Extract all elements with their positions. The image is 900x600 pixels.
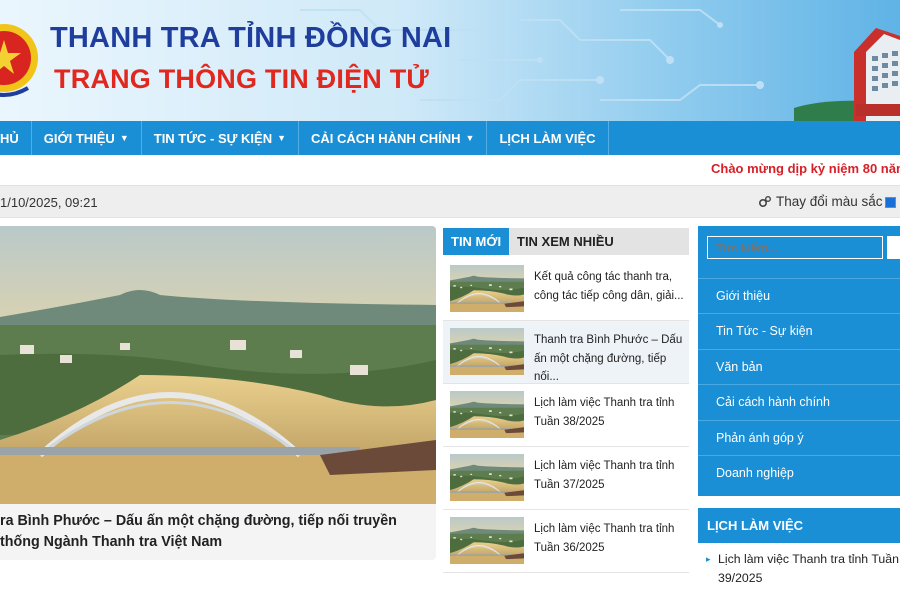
nav-item-cai-cach[interactable]: CẢI CÁCH HÀNH CHÍNH ▼ (299, 121, 488, 155)
news-title[interactable]: Kết quả công tác thanh tra, công tác tiế… (534, 268, 684, 305)
building-illustration (794, 28, 900, 121)
marquee-text: Chào mừng dịp kỷ niệm 80 năm C (711, 161, 900, 176)
color-swatch-blue[interactable] (885, 197, 896, 208)
list-item[interactable]: Thanh tra Bình Phước – Dấu ấn một chặng … (443, 321, 689, 384)
list-item[interactable]: Kết quả công tác thanh tra, công tác tiế… (443, 258, 689, 321)
nav-label: GIỚI THIỆU (43, 130, 115, 146)
list-item[interactable]: Lịch làm việc Thanh tra tỉnh Tuần 37/202… (443, 447, 689, 510)
caret-down-icon: ▼ (277, 133, 287, 143)
nav-item-lich-lam-viec[interactable]: LỊCH LÀM VIỆC (487, 121, 609, 155)
current-datetime: 1/10/2025, 09:21 (0, 195, 98, 210)
sidebar-item-van-ban[interactable]: Văn bản (698, 349, 900, 384)
schedule-item[interactable]: ▸ Lịch làm việc Thanh tra tỉnh Tuần 39/2… (698, 550, 900, 588)
search-input[interactable] (707, 236, 883, 259)
circuit-pattern (300, 9, 764, 101)
emblem-logo (0, 24, 38, 97)
featured-title[interactable]: ra Bình Phước – Dấu ấn một chặng đường, … (0, 511, 432, 553)
sidebar-item-cai-cach[interactable]: Cải cách hành chính (698, 384, 900, 419)
color-label-text: Thay đổi màu sắc (776, 194, 883, 209)
caret-down-icon: ▼ (465, 133, 475, 143)
search-button[interactable] (887, 236, 900, 259)
date-bar: 1/10/2025, 09:21 Thay đổi màu sắc (0, 185, 900, 218)
nav-label: LỊCH LÀM VIỆC (499, 130, 596, 146)
bullet-icon: ▸ (706, 554, 711, 564)
nav-label: HỦ (0, 130, 19, 146)
schedule-heading: LỊCH LÀM VIỆC (698, 508, 900, 543)
news-title[interactable]: Lịch làm việc Thanh tra tỉnh Tuần 38/202… (534, 394, 684, 431)
page: THANH TRA TỈNH ĐỒNG NAI TRANG THÔNG TIN … (0, 0, 900, 600)
featured-article[interactable]: ra Bình Phước – Dấu ấn một chặng đường, … (0, 226, 436, 560)
sidebar-item-doanh-nghiep[interactable]: Doanh nghiệp (698, 455, 900, 490)
news-thumbnail (450, 454, 524, 501)
caret-down-icon: ▼ (119, 133, 129, 143)
tab-tin-moi[interactable]: TIN MỚI (443, 228, 510, 255)
tab-tin-xem-nhieu[interactable]: TIN XEM NHIỀU (509, 228, 622, 255)
news-thumbnail (450, 265, 524, 312)
site-subtitle: TRANG THÔNG TIN ĐIỆN TỬ (54, 64, 429, 94)
nav-label: CẢI CÁCH HÀNH CHÍNH (311, 130, 461, 146)
site-title: THANH TRA TỈNH ĐỒNG NAI (50, 22, 452, 54)
news-thumbnail (450, 391, 524, 438)
main-nav: HỦ GIỚI THIỆU ▼ TIN TỨC - SỰ KIỆN ▼ CẢI CÁ… (0, 121, 900, 155)
list-item[interactable]: Lịch làm việc Thanh tra tỉnh Tuần 38/202… (443, 384, 689, 447)
list-item[interactable]: Lịch làm việc Thanh tra tỉnh Tuần 36/202… (443, 510, 689, 573)
news-thumbnail (450, 517, 524, 564)
change-color-control[interactable]: Thay đổi màu sắc (758, 194, 883, 209)
news-tabs: TIN MỚI TIN XEM NHIỀU (443, 228, 689, 255)
sidebar-menu: Giới thiệu Tin Tức - Sự kiện Văn bản Cải… (698, 226, 900, 496)
schedule-item-label[interactable]: Lịch làm việc Thanh tra tỉnh Tuần 39/202… (718, 552, 899, 585)
nav-item-home[interactable]: HỦ (0, 121, 32, 155)
news-title[interactable]: Lịch làm việc Thanh tra tỉnh Tuần 36/202… (534, 520, 684, 557)
gears-icon (758, 195, 771, 207)
nav-item-tin-tuc[interactable]: TIN TỨC - SỰ KIỆN ▼ (142, 121, 300, 155)
sidebar-item-gioi-thieu[interactable]: Giới thiệu (698, 278, 900, 313)
featured-image (0, 226, 436, 504)
nav-item-gioi-thieu[interactable]: GIỚI THIỆU ▼ (32, 121, 142, 155)
sidebar-item-tin-tuc[interactable]: Tin Tức - Sự kiện (698, 313, 900, 348)
header-banner: THANH TRA TỈNH ĐỒNG NAI TRANG THÔNG TIN … (0, 0, 900, 121)
news-thumbnail (450, 328, 524, 375)
news-title[interactable]: Lịch làm việc Thanh tra tỉnh Tuần 37/202… (534, 457, 684, 494)
nav-label: TIN TỨC - SỰ KIỆN (153, 130, 273, 146)
sidebar-item-phan-anh[interactable]: Phản ánh góp ý (698, 420, 900, 455)
news-title[interactable]: Thanh tra Bình Phước – Dấu ấn một chặng … (534, 331, 684, 387)
